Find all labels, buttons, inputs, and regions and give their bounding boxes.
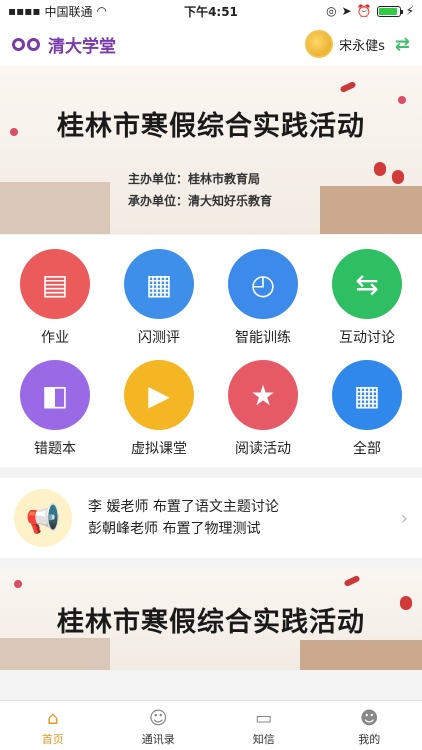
bird-decoration [343, 574, 361, 588]
notice-line: 彭朝峰老师 布置了物理测试 [88, 521, 261, 537]
carrier-label: 中国联通 [44, 4, 93, 19]
tab-home[interactable]: ⌂ 首页 [0, 701, 106, 750]
grid-item-label: 错题本 [34, 441, 76, 457]
chat-icon: ⇆ [332, 249, 402, 319]
grid-item-label: 闪测评 [138, 330, 180, 346]
tab-label: 我的 [358, 733, 381, 746]
banner-title: 桂林市寒假综合实践活动 [57, 111, 365, 142]
building-decoration [0, 638, 110, 670]
app-header: 清大学堂 宋永健s ⇄ [0, 22, 422, 66]
feature-grid: ▤ 作业 ▦ 闪测评 ◴ 智能训练 ⇆ 互动讨论 ◧ 错题本 ▶ 虚拟课堂 ★ … [0, 235, 422, 467]
grid-item-mistake-book[interactable]: ◧ 错题本 [5, 360, 105, 458]
bird-decoration [339, 80, 357, 94]
lantern-decoration [392, 170, 404, 184]
building-decoration [300, 640, 422, 670]
flag-icon: ★ [228, 360, 298, 430]
grid-item-label: 虚拟课堂 [131, 441, 187, 457]
building-decoration [0, 182, 110, 234]
location-icon: ➤ [341, 4, 352, 18]
lock-rotation-icon: ◎ [326, 4, 337, 18]
banner-title: 桂林市寒假综合实践活动 [57, 607, 365, 638]
charging-icon: ⚡ [405, 4, 414, 18]
wifi-icon: ◠ [96, 4, 108, 18]
tab-messages[interactable]: ▭ 知信 [211, 701, 317, 750]
grid-item-quick-test[interactable]: ▦ 闪测评 [109, 249, 209, 347]
switch-account-icon[interactable]: ⇄ [395, 34, 410, 55]
tab-profile[interactable]: ☻ 我的 [317, 701, 422, 750]
owl-eyes-icon [12, 36, 42, 52]
home-icon: ⌂ [47, 708, 59, 729]
status-bar: ▪▪▪▪ 中国联通 ◠ 下午4:51 ◎ ➤ ⏰ ⚡ [0, 0, 422, 22]
brand-logo: 清大学堂 [12, 32, 116, 57]
grid-item-smart-training[interactable]: ◴ 智能训练 [213, 249, 313, 347]
activity-banner-top[interactable]: 桂林市寒假综合实践活动 主办单位：桂林市教育局 承办单位：清大知好乐教育 [0, 66, 422, 234]
avatar[interactable] [305, 30, 334, 58]
grid-item-all[interactable]: ▦ 全部 [317, 360, 417, 458]
signal-icon: ▪▪▪▪ [8, 4, 41, 18]
alarm-icon: ⏰ [356, 4, 372, 18]
clock: 下午4:51 [184, 4, 238, 19]
lantern-decoration [374, 162, 386, 176]
organizer-text: 主办单位：桂林市教育局 [128, 172, 261, 186]
book-icon: ◧ [20, 360, 90, 430]
blossom-decoration [398, 96, 406, 104]
tv-icon: ▶ [124, 360, 194, 430]
grid-item-label: 互动讨论 [339, 330, 395, 346]
tab-label: 首页 [41, 733, 64, 746]
grid-item-reading[interactable]: ★ 阅读活动 [213, 360, 313, 458]
grid-item-label: 阅读活动 [235, 441, 291, 457]
tab-label: 通讯录 [141, 733, 175, 746]
brand-name: 清大学堂 [48, 36, 116, 57]
tab-contacts[interactable]: ☺ 通讯录 [106, 701, 212, 750]
battery-icon [376, 5, 403, 17]
homework-icon: ▤ [20, 249, 90, 319]
grid-item-discussion[interactable]: ⇆ 互动讨论 [317, 249, 417, 347]
grid-item-homework[interactable]: ▤ 作业 [5, 249, 105, 347]
grid-item-label: 全部 [353, 441, 381, 457]
chart-icon: ▦ [124, 249, 194, 319]
grid-item-label: 作业 [41, 330, 69, 346]
co-organizer-text: 承办单位：清大知好乐教育 [128, 194, 273, 208]
chevron-right-icon[interactable]: › [401, 508, 408, 529]
stopwatch-icon: ◴ [228, 249, 298, 319]
blossom-decoration [14, 580, 22, 588]
contacts-icon: ☺ [148, 708, 168, 729]
megaphone-icon: 📢 [14, 489, 72, 547]
tab-bar: ⌂ 首页 ☺ 通讯录 ▭ 知信 ☻ 我的 [0, 700, 422, 750]
notice-line: 李 媛老师 布置了语文主题讨论 [88, 499, 279, 515]
grid-item-virtual-class[interactable]: ▶ 虚拟课堂 [109, 360, 209, 458]
grid-icon: ▦ [332, 360, 402, 430]
message-icon: ▭ [255, 708, 273, 729]
profile-icon: ☻ [359, 708, 379, 729]
activity-banner-bottom[interactable]: 桂林市寒假综合实践活动 [0, 568, 422, 670]
notice-panel[interactable]: 📢 李 媛老师 布置了语文主题讨论 彭朝峰老师 布置了物理测试 › [0, 478, 422, 558]
tab-label: 知信 [252, 733, 275, 746]
grid-item-label: 智能训练 [235, 330, 291, 346]
building-decoration [320, 186, 422, 234]
username[interactable]: 宋永健s [339, 35, 385, 54]
